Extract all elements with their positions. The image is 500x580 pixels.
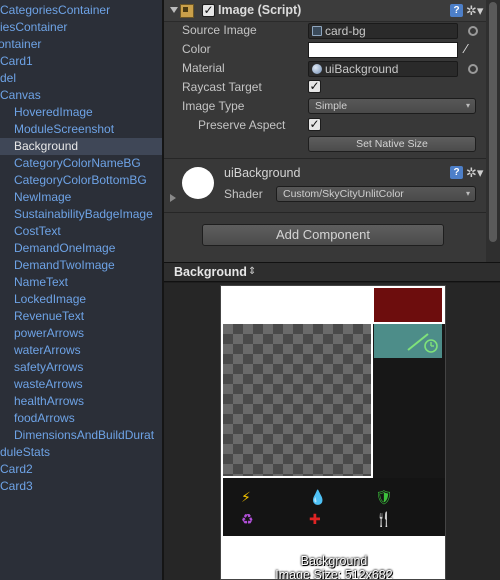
- inspector-scrollbar[interactable]: [486, 0, 500, 262]
- shader-label: Shader: [224, 187, 263, 201]
- component-title: Image (Script): [218, 3, 302, 17]
- material-name: uiBackground: [224, 166, 301, 180]
- object-picker-icon[interactable]: [468, 64, 478, 74]
- material-label: Material: [182, 61, 225, 75]
- image-type-dropdown[interactable]: Simple ▾: [308, 98, 476, 114]
- hierarchy-item[interactable]: LockedImage: [14, 291, 86, 308]
- shader-value: Custom/SkyCityUnlitColor: [283, 188, 404, 200]
- water-icon: 💧: [309, 489, 327, 505]
- raycast-target-label: Raycast Target: [182, 80, 262, 94]
- image-component-icon: [180, 4, 194, 18]
- add-component-button[interactable]: Add Component: [202, 224, 444, 246]
- hierarchy-panel: CategoriesContainer iesContainer ontaine…: [0, 0, 162, 580]
- inspector-panel: ✓ Image (Script) ? ✲▾ Source Image card-…: [164, 0, 500, 262]
- color-swatch[interactable]: [308, 42, 458, 58]
- shader-dropdown[interactable]: Custom/SkyCityUnlitColor ▾: [276, 186, 476, 202]
- hierarchy-item[interactable]: SustainabilityBadgeImage: [14, 206, 153, 223]
- hierarchy-item[interactable]: DimensionsAndBuildDurat: [14, 427, 154, 444]
- material-value: uiBackground: [325, 62, 399, 76]
- hierarchy-item[interactable]: duleStats: [0, 444, 50, 461]
- hierarchy-item[interactable]: CategoryColorBottomBG: [14, 172, 147, 189]
- hierarchy-item[interactable]: NewImage: [14, 189, 71, 206]
- safety-icon: 🛡: [375, 489, 393, 505]
- hierarchy-item[interactable]: waterArrows: [14, 342, 81, 359]
- preview-image: ⚡ 💧 🛡 ♻ ✚ 🍴 Background Image Size: 512x6…: [220, 285, 446, 580]
- preserve-aspect-checkbox[interactable]: ✓: [308, 118, 321, 131]
- hierarchy-item[interactable]: DemandTwoImage: [14, 257, 115, 274]
- component-enabled-checkbox[interactable]: ✓: [202, 4, 215, 17]
- preview-caption-name: Background: [300, 554, 368, 568]
- source-image-value: card-bg: [325, 24, 366, 38]
- dropdown-arrow-icon: ▾: [465, 101, 470, 110]
- dropdown-arrow-icon: ▾: [465, 189, 470, 198]
- card-white-header: [223, 288, 371, 322]
- material-foldout-icon[interactable]: [170, 194, 176, 202]
- help-icon[interactable]: ?: [450, 166, 463, 179]
- hierarchy-item[interactable]: CategoryColorNameBG: [14, 155, 141, 172]
- preview-caption-size: Image Size: 512x682: [275, 568, 393, 580]
- build-time-icon: [407, 333, 438, 353]
- image-component-header[interactable]: ✓ Image (Script) ? ✲▾: [164, 0, 486, 22]
- hierarchy-item[interactable]: Canvas: [0, 87, 41, 104]
- hierarchy-item[interactable]: Card1: [0, 53, 33, 70]
- hierarchy-item[interactable]: safetyArrows: [14, 359, 83, 376]
- material-preview-sphere: [182, 167, 214, 199]
- foldout-arrow-icon[interactable]: [170, 7, 178, 13]
- hierarchy-item[interactable]: wasteArrows: [14, 376, 83, 393]
- waste-icon: ♻: [241, 511, 254, 527]
- preview-title: Background: [174, 265, 247, 279]
- source-image-field[interactable]: card-bg: [308, 23, 458, 39]
- image-type-label: Image Type: [182, 99, 245, 113]
- material-sphere-icon: [312, 64, 322, 74]
- hierarchy-item[interactable]: ModuleScreenshot: [14, 121, 114, 138]
- food-icon: 🍴: [375, 511, 393, 527]
- scrollbar-thumb[interactable]: [489, 2, 497, 242]
- set-native-size-button[interactable]: Set Native Size: [308, 136, 476, 152]
- color-label: Color: [182, 42, 211, 56]
- hierarchy-item[interactable]: RevenueText: [14, 308, 84, 325]
- preserve-aspect-label: Preserve Aspect: [198, 118, 286, 132]
- sprite-icon: [312, 26, 322, 36]
- hierarchy-item[interactable]: NameText: [14, 274, 68, 291]
- transparent-checker-area: [223, 324, 371, 476]
- hierarchy-item[interactable]: CategoriesContainer: [0, 2, 110, 19]
- preview-menu-arrow-icon[interactable]: ⇕: [248, 266, 256, 277]
- hierarchy-item[interactable]: del: [0, 70, 16, 87]
- eyedropper-icon[interactable]: ⁄: [465, 41, 467, 56]
- hierarchy-item[interactable]: foodArrows: [14, 410, 75, 427]
- card-teal-panel: [374, 324, 442, 358]
- image-type-value: Simple: [315, 100, 348, 112]
- hierarchy-item[interactable]: Card3: [0, 478, 33, 495]
- hierarchy-item[interactable]: HoveredImage: [14, 104, 93, 121]
- hierarchy-item[interactable]: iesContainer: [0, 19, 67, 36]
- preview-header[interactable]: Background ⇕: [164, 262, 500, 282]
- help-icon[interactable]: ?: [450, 4, 463, 17]
- health-icon: ✚: [309, 511, 321, 527]
- hierarchy-item[interactable]: DemandOneImage: [14, 240, 115, 257]
- hierarchy-item[interactable]: healthArrows: [14, 393, 84, 410]
- gear-icon[interactable]: ✲▾: [466, 166, 483, 179]
- separator: [164, 212, 486, 213]
- hierarchy-item-selected[interactable]: Background: [0, 138, 162, 155]
- material-field[interactable]: uiBackground: [308, 61, 458, 77]
- power-icon: ⚡: [241, 489, 251, 505]
- raycast-target-checkbox[interactable]: ✓: [308, 80, 321, 93]
- hierarchy-item[interactable]: ontainer: [0, 36, 41, 53]
- hierarchy-item[interactable]: CostText: [14, 223, 61, 240]
- hierarchy-item[interactable]: powerArrows: [14, 325, 84, 342]
- gear-icon[interactable]: ✲▾: [466, 4, 483, 17]
- resource-icon-bar: ⚡ 💧 🛡 ♻ ✚ 🍴: [223, 478, 445, 536]
- card-red-panel: [374, 288, 442, 322]
- source-image-label: Source Image: [182, 23, 257, 37]
- separator: [164, 158, 486, 159]
- object-picker-icon[interactable]: [468, 26, 478, 36]
- hierarchy-item[interactable]: Card2: [0, 461, 33, 478]
